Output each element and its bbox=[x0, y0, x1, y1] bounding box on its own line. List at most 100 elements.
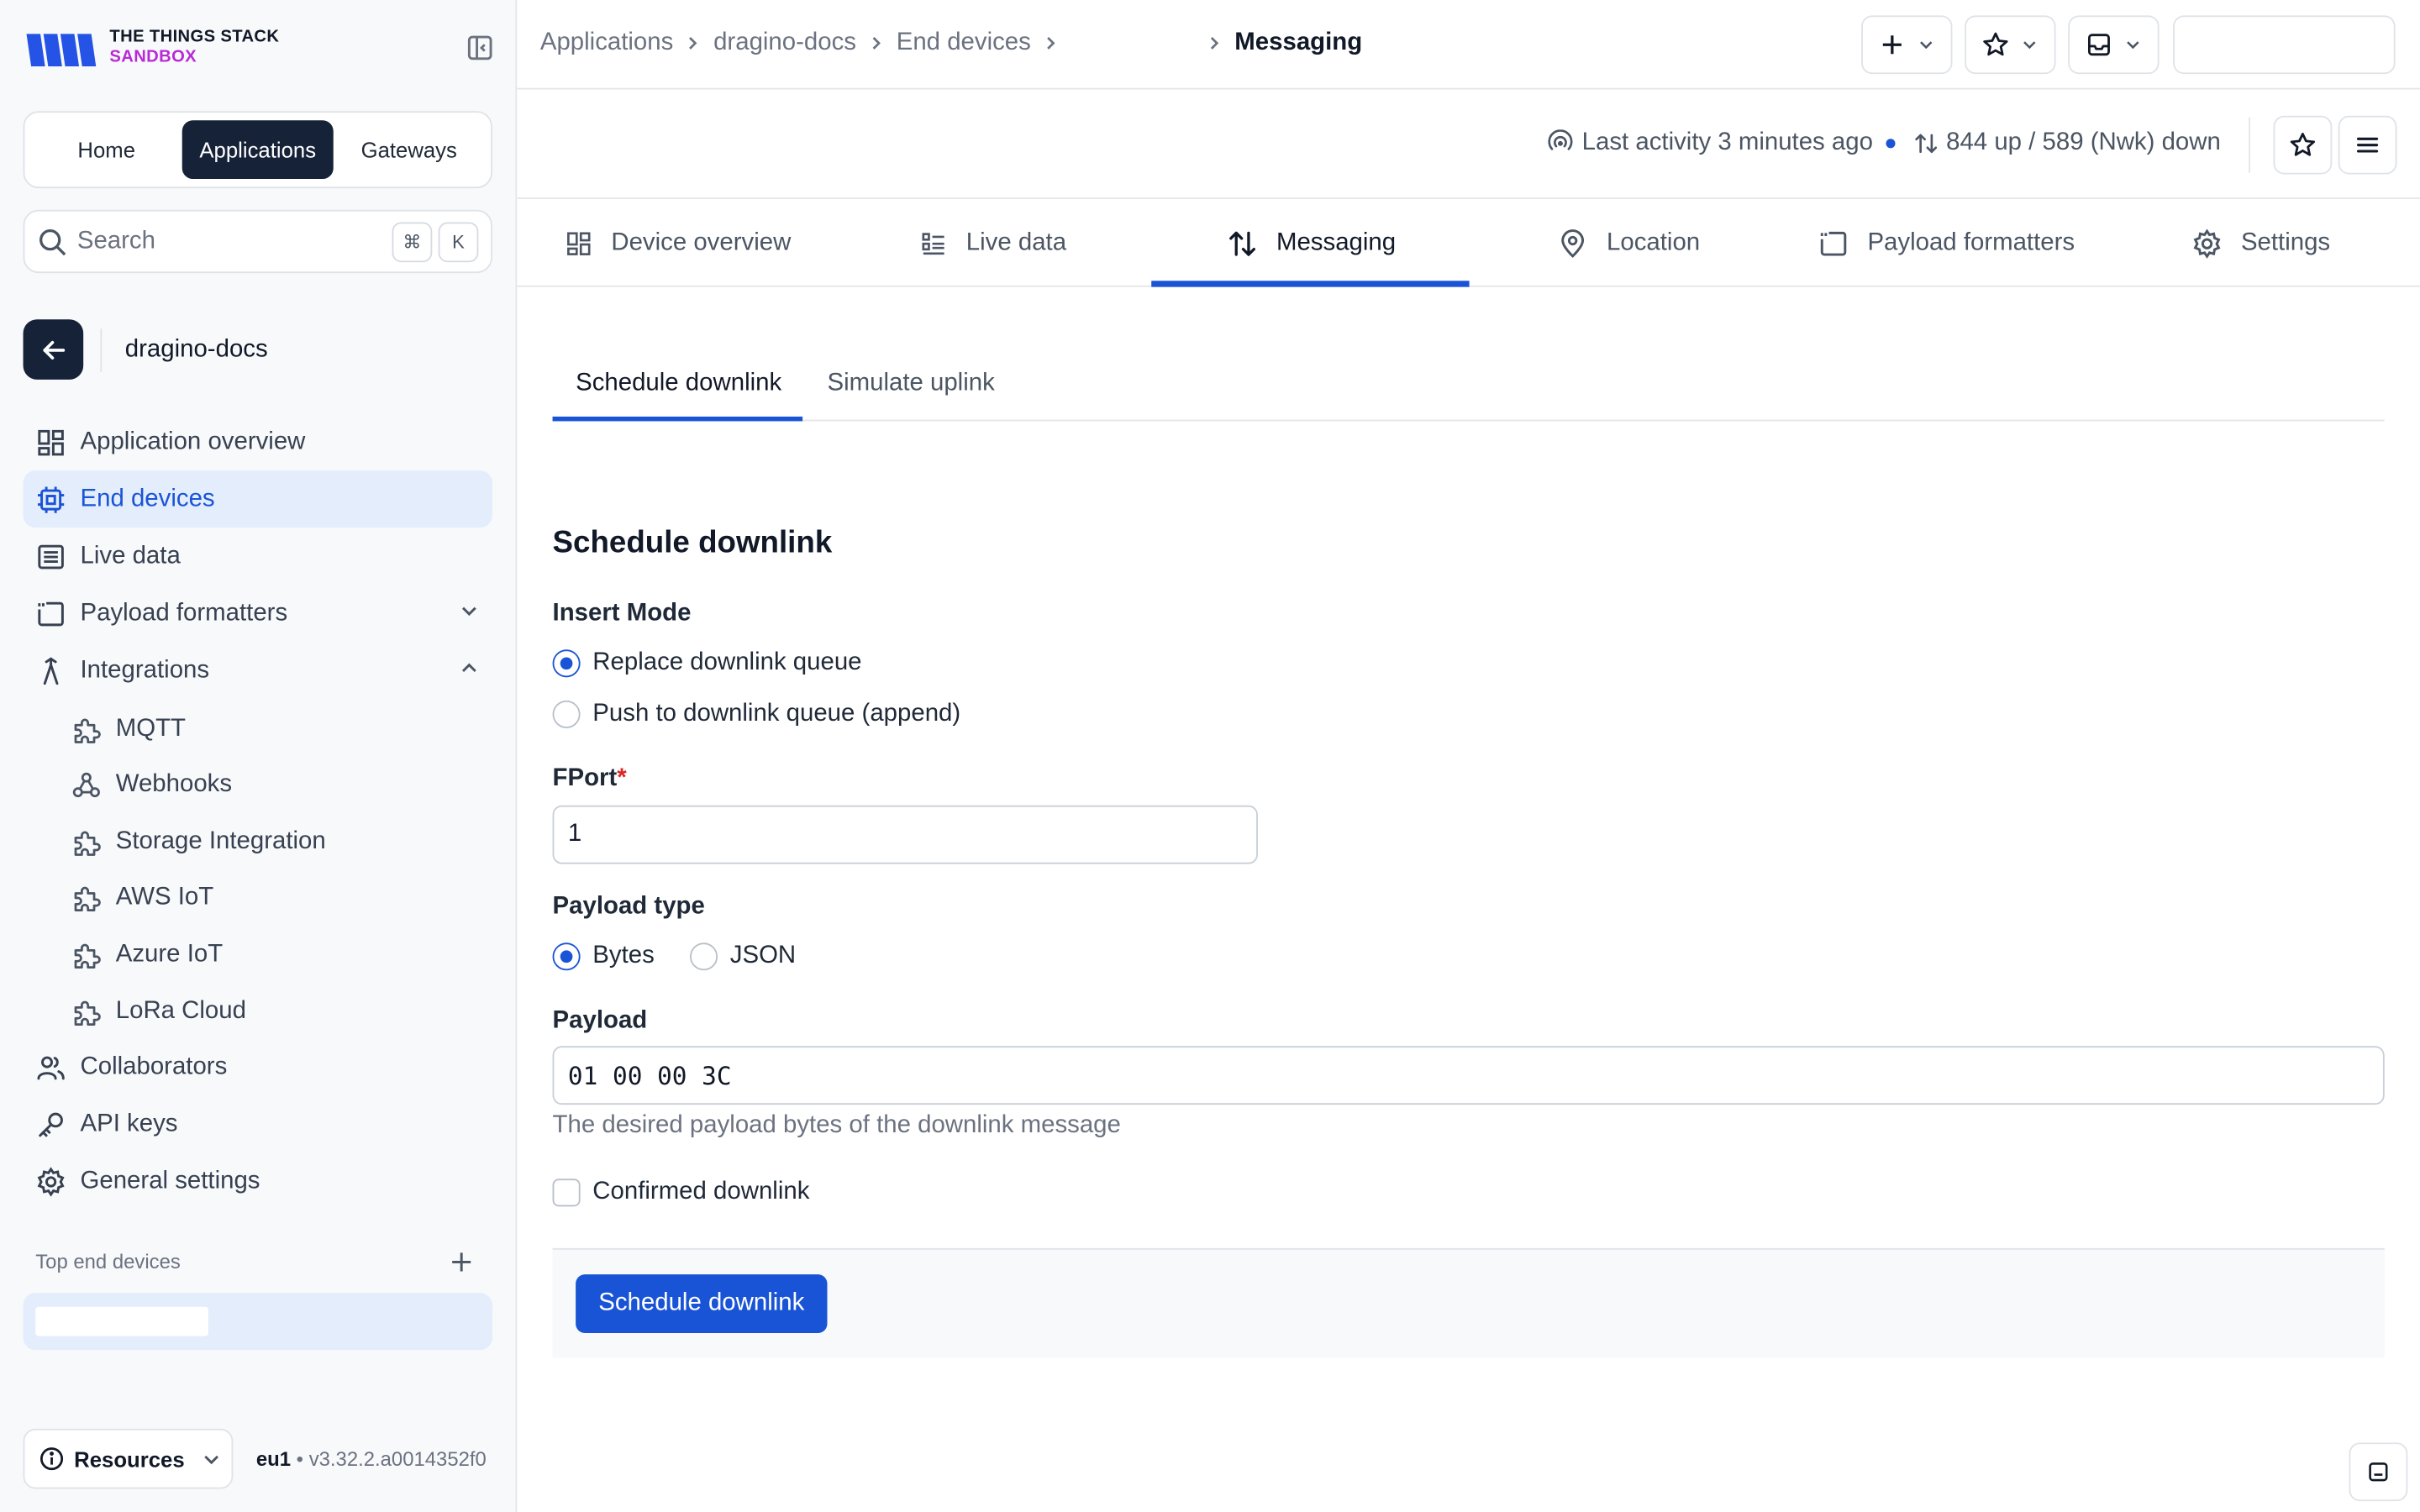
sidebar-item-label: Integrations bbox=[80, 656, 210, 683]
chevron-down-icon bbox=[2023, 41, 2036, 50]
redacted-device-name bbox=[35, 1306, 208, 1336]
version-info: eu1 • v3.32.2.a0014352f0 bbox=[255, 1446, 487, 1471]
sidebar-item-general-settings[interactable]: General settings bbox=[24, 1152, 492, 1210]
list-icon bbox=[35, 541, 66, 572]
device-header: Last activity 3 minutes ago 844 up / 589… bbox=[517, 89, 2420, 199]
sidebar-item-mqtt[interactable]: MQTT bbox=[59, 701, 491, 758]
radio-button[interactable] bbox=[690, 942, 718, 971]
sidebar-item-collaborators[interactable]: Collaborators bbox=[24, 1038, 492, 1095]
notifications-button[interactable] bbox=[2068, 15, 2160, 75]
last-activity-text: Last activity 3 minutes ago bbox=[1581, 129, 1873, 156]
up-down-arrows-icon bbox=[1915, 134, 1938, 154]
subtab-schedule-downlink[interactable]: Schedule downlink bbox=[576, 347, 781, 421]
sidebar-item-storage-integration[interactable]: Storage Integration bbox=[59, 813, 491, 870]
sidebar-item-label: Application overview bbox=[80, 428, 306, 454]
grid-icon bbox=[565, 229, 592, 257]
checkbox-label: Confirmed downlink bbox=[592, 1179, 810, 1205]
bookmarks-button[interactable] bbox=[1965, 15, 2056, 75]
sidebar-item-payload-formatters[interactable]: Payload formatters bbox=[24, 585, 492, 642]
radio-label: Push to downlink queue (append) bbox=[592, 700, 961, 727]
search-icon bbox=[39, 228, 66, 255]
panel-icon bbox=[2369, 1462, 2388, 1482]
logo-icon bbox=[26, 34, 97, 66]
puzzle-icon bbox=[71, 996, 102, 1027]
account-menu-button[interactable] bbox=[2173, 15, 2396, 75]
sidebar-item-application-overview[interactable]: Application overview bbox=[24, 413, 492, 470]
active-subtab-indicator bbox=[552, 416, 803, 422]
form-title: Schedule downlink bbox=[552, 526, 833, 560]
app-root: THE THINGS STACK SANDBOX Home Applicatio… bbox=[0, 0, 2420, 1512]
sidebar-item-webhooks[interactable]: Webhooks bbox=[59, 756, 491, 813]
radio-json[interactable]: JSON bbox=[690, 942, 797, 971]
device-name-redacted bbox=[535, 113, 730, 173]
sidebar-item-label: MQTT bbox=[115, 715, 187, 742]
add-icon[interactable] bbox=[448, 1248, 476, 1276]
required-marker: * bbox=[617, 765, 627, 792]
puzzle-icon bbox=[71, 939, 102, 970]
info-icon bbox=[40, 1447, 64, 1471]
fport-input[interactable]: 1 bbox=[552, 805, 1258, 864]
tab-location[interactable]: Location bbox=[1557, 199, 1700, 287]
sidebar-item-label: General settings bbox=[80, 1167, 260, 1194]
tab-label: Settings bbox=[2240, 228, 2331, 255]
active-tab-indicator bbox=[1151, 281, 1470, 287]
schedule-downlink-button[interactable]: Schedule downlink bbox=[576, 1274, 828, 1333]
tab-device-overview[interactable]: Device overview bbox=[565, 199, 791, 287]
collapse-sidebar-icon[interactable] bbox=[465, 33, 496, 64]
sidebar-item-api-keys[interactable]: API keys bbox=[24, 1095, 492, 1152]
form-submit-bar: Schedule downlink bbox=[552, 1247, 2385, 1358]
sidebar-item-label: Collaborators bbox=[80, 1053, 228, 1079]
add-menu-button[interactable] bbox=[1861, 15, 1953, 75]
back-button[interactable] bbox=[23, 319, 84, 380]
top-end-device-item[interactable] bbox=[23, 1293, 492, 1351]
sidebar-item-azure-iot[interactable]: Azure IoT bbox=[59, 926, 491, 983]
subtab-simulate-uplink[interactable]: Simulate uplink bbox=[827, 347, 994, 421]
radio-push-queue[interactable]: Push to downlink queue (append) bbox=[552, 700, 961, 728]
shortcut-cmd-key: ⌘ bbox=[392, 221, 433, 262]
radio-button[interactable] bbox=[552, 649, 581, 678]
sidebar-item-label: Webhooks bbox=[115, 770, 233, 797]
nav-home[interactable]: Home bbox=[31, 120, 182, 179]
sidebar-item-label: End devices bbox=[80, 485, 215, 512]
grid-icon bbox=[35, 427, 66, 458]
bookmark-device-button[interactable] bbox=[2273, 115, 2333, 175]
tab-live-data[interactable]: Live data bbox=[920, 199, 1066, 287]
breadcrumb-device-redacted[interactable] bbox=[1071, 29, 1195, 57]
puzzle-icon bbox=[71, 713, 102, 744]
inbox-icon bbox=[2087, 34, 2110, 56]
confirmed-downlink-checkbox[interactable]: Confirmed downlink bbox=[552, 1179, 810, 1207]
device-menu-button[interactable] bbox=[2338, 115, 2397, 175]
nav-applications[interactable]: Applications bbox=[182, 120, 334, 180]
nav-gateways[interactable]: Gateways bbox=[334, 120, 485, 179]
key-icon bbox=[35, 1109, 66, 1140]
radio-replace-queue[interactable]: Replace downlink queue bbox=[552, 649, 862, 678]
radio-button[interactable] bbox=[552, 700, 581, 728]
sidebar-item-end-devices[interactable]: End devices bbox=[23, 470, 492, 528]
logo[interactable]: THE THINGS STACK SANDBOX bbox=[24, 24, 280, 71]
sidebar-item-integrations[interactable]: Integrations bbox=[24, 642, 492, 699]
checkbox[interactable] bbox=[552, 1179, 581, 1207]
chevron-up-icon[interactable] bbox=[459, 657, 481, 679]
sidebar-item-aws-iot[interactable]: AWS IoT bbox=[59, 869, 491, 926]
radio-bytes[interactable]: Bytes bbox=[552, 942, 655, 971]
integrations-icon bbox=[35, 655, 66, 686]
payload-input[interactable]: 01 00 00 3C bbox=[552, 1046, 2385, 1105]
tab-settings[interactable]: Settings bbox=[2191, 199, 2330, 287]
payload-hint: The desired payload bytes of the downlin… bbox=[552, 1112, 1121, 1139]
resources-button[interactable]: Resources bbox=[23, 1428, 234, 1489]
feedback-button[interactable] bbox=[2349, 1442, 2408, 1502]
sidebar-item-live-data[interactable]: Live data bbox=[24, 528, 492, 585]
breadcrumb-application[interactable]: dragino-docs bbox=[713, 29, 856, 57]
radio-label: JSON bbox=[729, 942, 797, 969]
sidebar-item-lora-cloud[interactable]: LoRa Cloud bbox=[59, 983, 491, 1040]
chevron-down-icon[interactable] bbox=[459, 600, 481, 622]
sidebar-item-label: Payload formatters bbox=[80, 599, 288, 626]
radio-button[interactable] bbox=[552, 942, 581, 971]
tab-payload-formatters[interactable]: Payload formatters bbox=[1818, 199, 2075, 287]
breadcrumb-applications[interactable]: Applications bbox=[540, 29, 673, 57]
sidebar-item-label: LoRa Cloud bbox=[115, 997, 246, 1024]
tab-messaging[interactable]: Messaging bbox=[1227, 199, 1396, 287]
cluster-region: eu1 bbox=[255, 1446, 292, 1471]
search-bar[interactable]: Search ⌘ K bbox=[23, 209, 492, 274]
breadcrumb-end-devices[interactable]: End devices bbox=[897, 29, 1031, 57]
